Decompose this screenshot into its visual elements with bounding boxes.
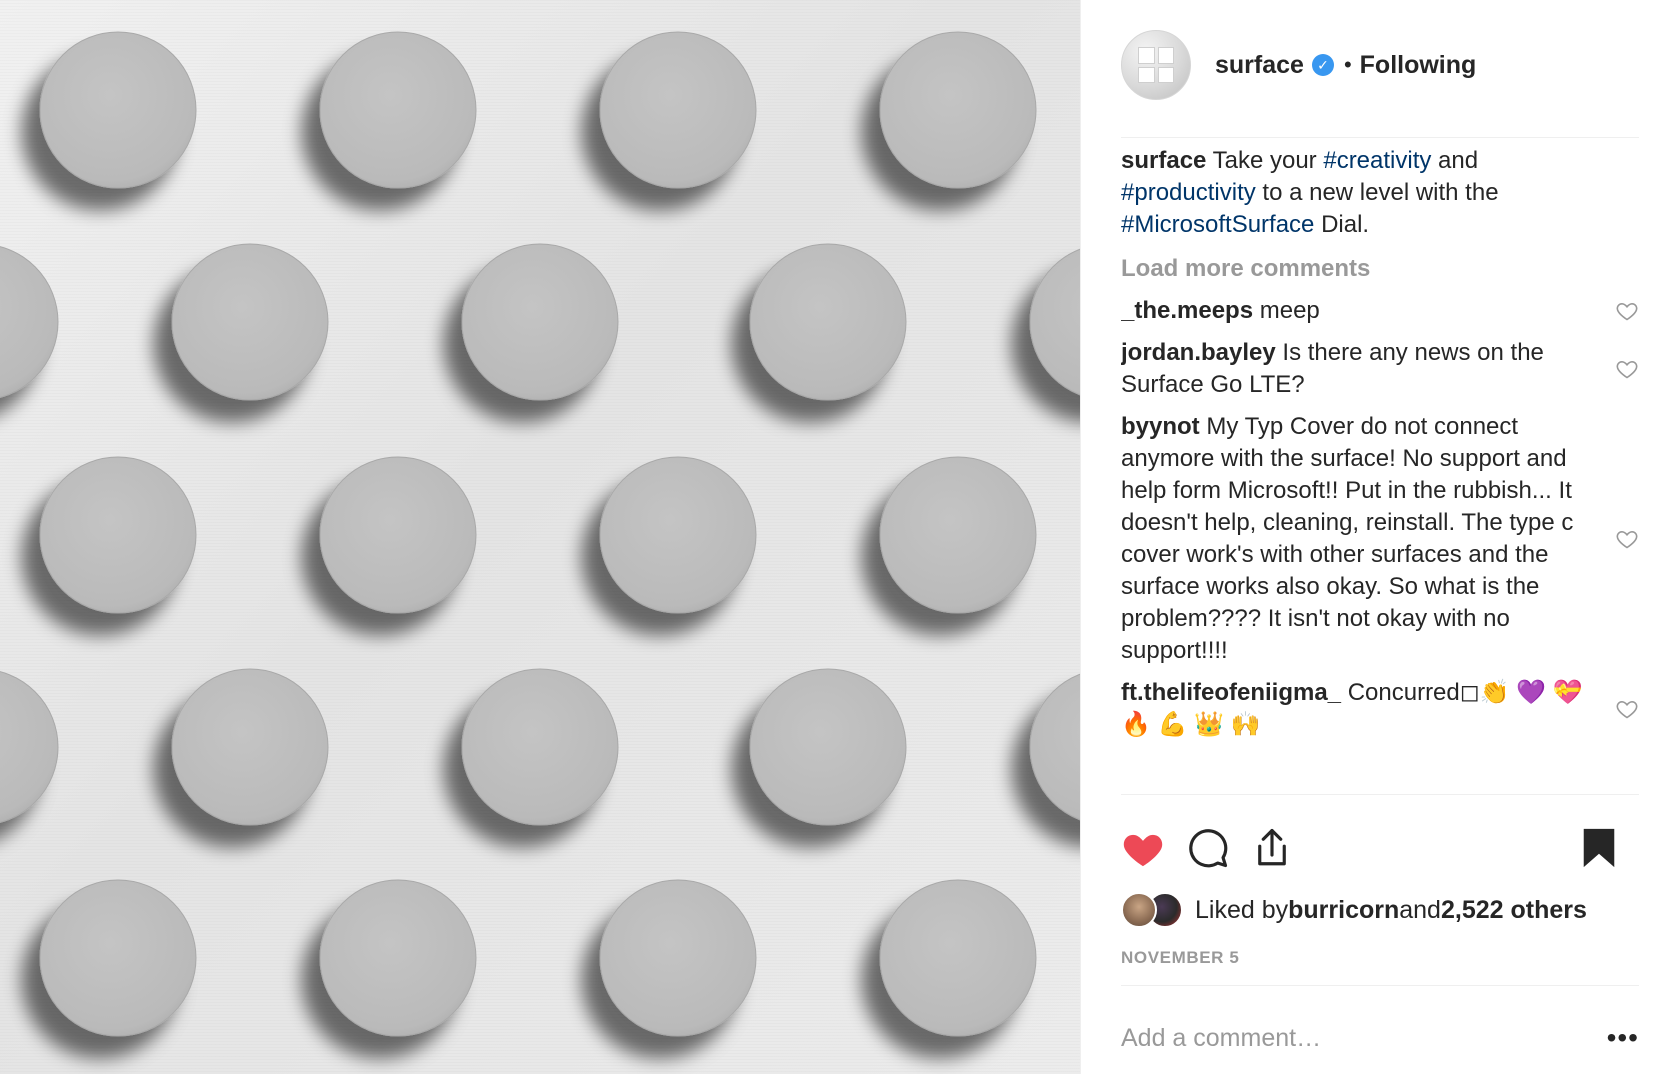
surface-dial bbox=[879, 456, 1037, 614]
comment-like-heart-icon[interactable] bbox=[1615, 527, 1639, 551]
comment-text-block: _the.meeps meep bbox=[1121, 295, 1591, 327]
comment-username[interactable]: ft.thelifeofeniigma_ bbox=[1121, 679, 1341, 706]
more-options-icon[interactable]: ••• bbox=[1607, 1024, 1639, 1052]
comment-bubble-icon bbox=[1189, 829, 1228, 868]
comment-item: ft.thelifeofeniigma_ Concurred◻👏 💜 💝 🔥 💪… bbox=[1121, 677, 1639, 741]
liker-username[interactable]: burricorn bbox=[1288, 896, 1399, 925]
comment-text-block: jordan.bayley Is there any news on the S… bbox=[1121, 337, 1591, 401]
caption-text-2: and bbox=[1431, 147, 1479, 174]
add-comment-input[interactable] bbox=[1121, 1023, 1607, 1053]
comment-body: My Typ Cover do not connect anymore with… bbox=[1121, 413, 1574, 664]
comment-text-block: byynot My Typ Cover do not connect anymo… bbox=[1121, 411, 1591, 667]
surface-dial bbox=[39, 879, 197, 1037]
surface-dial bbox=[749, 243, 907, 401]
surface-dial bbox=[599, 879, 757, 1037]
surface-dial bbox=[461, 243, 619, 401]
likes-middle: and bbox=[1399, 895, 1441, 924]
bookmark-icon bbox=[1583, 828, 1615, 868]
surface-dial bbox=[0, 246, 59, 398]
liker-avatars[interactable] bbox=[1121, 890, 1189, 930]
header-username[interactable]: surface bbox=[1215, 51, 1304, 80]
surface-dial bbox=[599, 456, 757, 614]
comment-button[interactable] bbox=[1187, 827, 1229, 869]
surface-dial bbox=[1029, 673, 1080, 821]
post-actions-bar bbox=[1121, 818, 1639, 878]
surface-dial bbox=[0, 671, 59, 823]
comment-username[interactable]: jordan.bayley bbox=[1121, 339, 1276, 366]
likes-others-link[interactable]: 2,522 others bbox=[1441, 896, 1587, 925]
comment-username[interactable]: byynot bbox=[1121, 413, 1200, 440]
post-side-panel: surface ✓ • Following surface Take your … bbox=[1080, 0, 1678, 1074]
liker-avatar bbox=[1121, 892, 1157, 928]
surface-dial bbox=[39, 31, 197, 189]
surface-dial bbox=[319, 456, 477, 614]
verified-badge-icon: ✓ bbox=[1311, 54, 1334, 76]
comment-like-heart-icon[interactable] bbox=[1615, 697, 1639, 721]
hashtag-creativity[interactable]: #creativity bbox=[1323, 147, 1431, 174]
heart-filled-icon bbox=[1123, 834, 1163, 867]
profile-avatar[interactable] bbox=[1121, 30, 1191, 100]
surface-dial bbox=[461, 668, 619, 826]
like-button[interactable] bbox=[1121, 828, 1165, 868]
header-text: surface ✓ • Following bbox=[1215, 30, 1476, 100]
divider bbox=[1121, 985, 1639, 986]
comment-text-block: ft.thelifeofeniigma_ Concurred◻👏 💜 💝 🔥 💪… bbox=[1121, 677, 1591, 741]
save-button[interactable] bbox=[1581, 827, 1617, 869]
surface-dial-pattern bbox=[0, 31, 1080, 1037]
caption-text-1: Take your bbox=[1206, 147, 1324, 174]
caption-text-4: Dial. bbox=[1314, 211, 1370, 238]
post-date[interactable]: NOVEMBER 5 bbox=[1121, 948, 1239, 968]
surface-dial bbox=[1029, 248, 1080, 396]
instagram-post: surface ✓ • Following surface Take your … bbox=[0, 0, 1678, 1074]
surface-dial bbox=[39, 456, 197, 614]
surface-dial bbox=[879, 31, 1037, 189]
add-comment-bar: ••• bbox=[1121, 1018, 1639, 1058]
likes-prefix: Liked by bbox=[1195, 895, 1289, 924]
likes-summary: Liked by burricorn and 2,522 others bbox=[1121, 888, 1639, 932]
header-separator: • bbox=[1343, 52, 1352, 77]
comments-section[interactable]: surface Take your #creativity and #produ… bbox=[1121, 145, 1639, 795]
comment-username[interactable]: _the.meeps bbox=[1121, 297, 1253, 324]
post-image[interactable] bbox=[0, 0, 1080, 1074]
post-header: surface ✓ • Following bbox=[1121, 30, 1639, 138]
surface-dial bbox=[319, 31, 477, 189]
hashtag-microsoftsurface[interactable]: #MicrosoftSurface bbox=[1121, 211, 1314, 238]
share-button[interactable] bbox=[1251, 827, 1293, 869]
windows-logo-icon bbox=[1138, 47, 1174, 83]
comment-item: _the.meeps meep bbox=[1121, 295, 1639, 327]
hashtag-productivity[interactable]: #productivity bbox=[1121, 179, 1256, 206]
surface-dial bbox=[171, 243, 329, 401]
comment-like-heart-icon[interactable] bbox=[1615, 299, 1639, 323]
post-caption: surface Take your #creativity and #produ… bbox=[1121, 145, 1639, 241]
load-more-comments-button[interactable]: Load more comments bbox=[1121, 253, 1639, 285]
caption-username[interactable]: surface bbox=[1121, 147, 1206, 174]
surface-dial bbox=[171, 668, 329, 826]
share-icon bbox=[1258, 828, 1286, 866]
surface-dial bbox=[879, 879, 1037, 1037]
comment-item: jordan.bayley Is there any news on the S… bbox=[1121, 337, 1639, 401]
caption-text-3: to a new level with the bbox=[1255, 179, 1499, 206]
following-button[interactable]: Following bbox=[1360, 51, 1477, 80]
surface-dial bbox=[749, 668, 907, 826]
surface-dial bbox=[319, 879, 477, 1037]
comment-like-heart-icon[interactable] bbox=[1615, 357, 1639, 381]
comment-item: byynot My Typ Cover do not connect anymo… bbox=[1121, 411, 1639, 667]
comment-body: meep bbox=[1253, 297, 1320, 324]
surface-dial bbox=[599, 31, 757, 189]
